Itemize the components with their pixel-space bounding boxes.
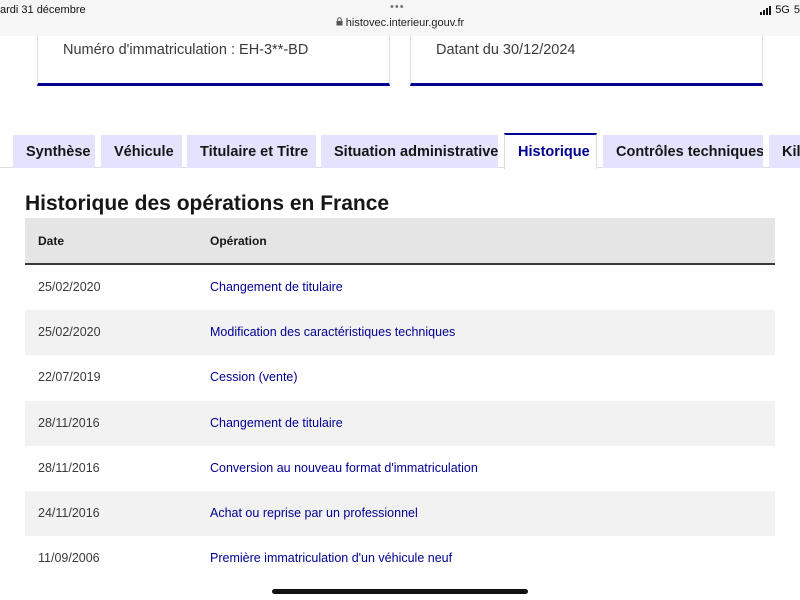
row-operation-link[interactable]: Première immatriculation d'un véhicule n… bbox=[210, 551, 452, 565]
table-row: 28/11/2016 Conversion au nouveau format … bbox=[25, 445, 775, 491]
table-row: 24/11/2016 Achat ou reprise par un profe… bbox=[25, 490, 775, 537]
column-header-date: Date bbox=[38, 234, 65, 248]
row-date: 24/11/2016 bbox=[38, 505, 100, 520]
status-bar: ardi 31 décembre ••• histovec.interieur.… bbox=[0, 0, 800, 36]
tab-historique[interactable]: Historique bbox=[504, 133, 597, 169]
status-date: ardi 31 décembre bbox=[0, 4, 86, 16]
row-operation-link[interactable]: Modification des caractéristiques techni… bbox=[210, 325, 455, 339]
row-date: 25/02/2020 bbox=[38, 280, 101, 294]
signal-icon bbox=[760, 5, 772, 15]
url-bar[interactable]: histovec.interieur.gouv.fr bbox=[0, 17, 800, 29]
row-date: 11/09/2006 bbox=[38, 551, 100, 566]
history-title: Historique des opérations en France bbox=[25, 192, 390, 215]
tab-label: Synthèse bbox=[26, 143, 91, 160]
report-date-card: Datant du 30/12/2024 bbox=[410, 36, 763, 86]
tab-label: Titulaire et Titre bbox=[200, 143, 309, 160]
row-operation-link[interactable]: Achat ou reprise par un professionnel bbox=[210, 506, 418, 520]
tab-label: Kilo bbox=[782, 143, 800, 160]
row-date: 22/07/2019 bbox=[38, 370, 101, 385]
history-table: Date Opération 25/02/2020 Changement de … bbox=[25, 218, 775, 582]
tab-bar: Synthèse Véhicule Titulaire et Titre Sit… bbox=[0, 133, 800, 169]
tab-titulaire-titre[interactable]: Titulaire et Titre bbox=[187, 135, 316, 168]
tab-situation-administrative[interactable]: Situation administrative bbox=[321, 135, 498, 168]
tab-kilometrage[interactable]: Kilo bbox=[769, 135, 800, 168]
lock-icon bbox=[336, 17, 343, 29]
network-label: 5G bbox=[775, 4, 790, 16]
table-row: 28/11/2016 Changement de titulaire bbox=[25, 400, 775, 446]
tab-synthese[interactable]: Synthèse bbox=[13, 135, 95, 168]
registration-number: Numéro d'immatriculation : EH-3**-BD bbox=[63, 42, 309, 58]
tab-label: Historique bbox=[518, 144, 590, 160]
url-text: histovec.interieur.gouv.fr bbox=[345, 17, 465, 29]
tab-label: Situation administrative bbox=[334, 143, 498, 160]
battery-fragment: 5 bbox=[793, 4, 800, 16]
home-indicator[interactable] bbox=[272, 589, 528, 594]
tab-label: Véhicule bbox=[114, 143, 174, 160]
row-operation-link[interactable]: Changement de titulaire bbox=[210, 280, 343, 294]
tab-label: Contrôles techniques bbox=[616, 143, 763, 160]
report-date: Datant du 30/12/2024 bbox=[436, 42, 576, 58]
table-row: 25/02/2020 Changement de titulaire bbox=[25, 265, 775, 311]
row-operation-link[interactable]: Changement de titulaire bbox=[210, 416, 343, 430]
row-date: 28/11/2016 bbox=[38, 460, 100, 475]
tab-controles-techniques[interactable]: Contrôles techniques bbox=[603, 135, 763, 168]
status-indicators: 5G 5 bbox=[760, 4, 800, 16]
row-date: 28/11/2016 bbox=[38, 415, 100, 430]
row-date: 25/02/2020 bbox=[38, 325, 101, 340]
table-row: 25/02/2020 Modification des caractéristi… bbox=[25, 310, 775, 356]
column-header-operation: Opération bbox=[210, 234, 267, 248]
more-dots-icon[interactable]: ••• bbox=[390, 1, 405, 13]
row-operation-link[interactable]: Cession (vente) bbox=[210, 370, 298, 384]
tab-vehicule[interactable]: Véhicule bbox=[101, 135, 182, 168]
registration-card: Numéro d'immatriculation : EH-3**-BD bbox=[37, 36, 390, 86]
row-operation-link[interactable]: Conversion au nouveau format d'immatricu… bbox=[210, 461, 478, 475]
table-header: Date Opération bbox=[25, 218, 775, 265]
table-row: 11/09/2006 Première immatriculation d'un… bbox=[25, 536, 775, 582]
table-row: 22/07/2019 Cession (vente) bbox=[25, 355, 775, 401]
